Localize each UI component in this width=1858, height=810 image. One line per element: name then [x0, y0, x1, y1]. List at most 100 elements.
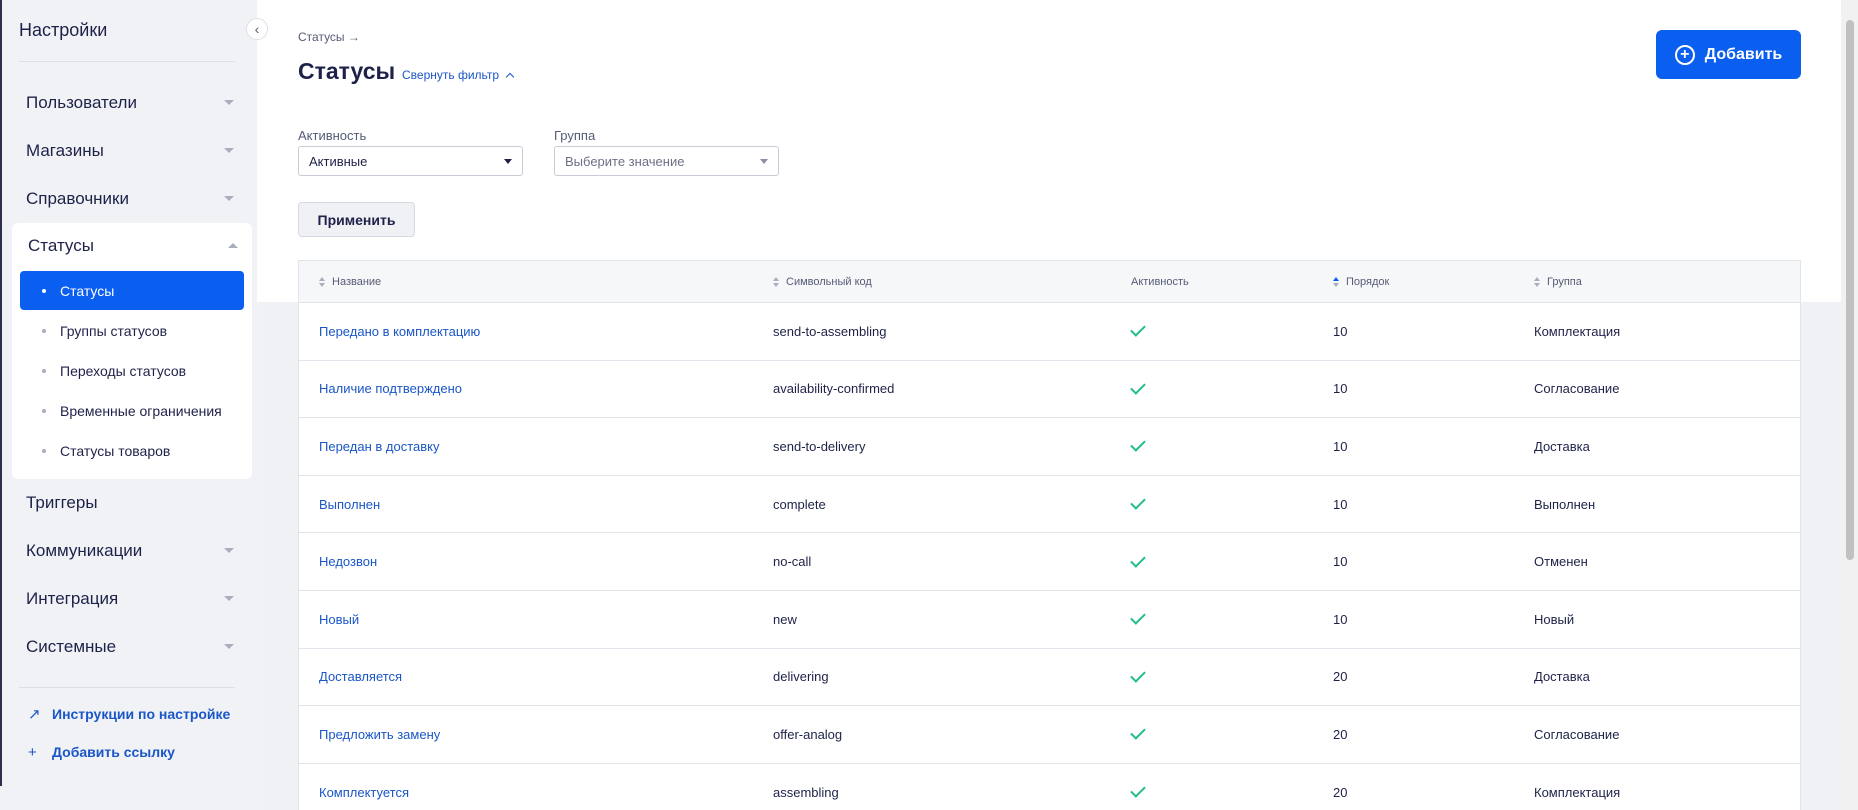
sidebar-subitem-status-transitions[interactable]: Переходы статусов: [20, 351, 244, 390]
column-header-activity: Активность: [1131, 261, 1189, 303]
dropdown-arrow-icon: [504, 159, 512, 164]
activity-filter-label: Активность: [298, 128, 367, 143]
group-filter-select[interactable]: Выберите значение: [554, 146, 779, 176]
column-label: Порядок: [1346, 276, 1390, 288]
sidebar-item-references[interactable]: Справочники: [26, 184, 238, 214]
table-row: Комплектуется assembling 20 Комплектация: [299, 763, 1800, 810]
column-header-code[interactable]: Символьный код: [773, 261, 872, 303]
sidebar-item-label: Магазины: [26, 141, 104, 160]
check-icon: [1130, 667, 1146, 683]
check-icon: [1130, 782, 1146, 798]
status-name-link[interactable]: Передан в доставку: [319, 418, 439, 475]
chevron-left-icon: ‹: [254, 21, 260, 37]
status-code: delivering: [773, 669, 829, 685]
sidebar-subitem-time-limits[interactable]: Временные ограничения: [20, 391, 244, 430]
activity-filter-value: Активные: [309, 153, 368, 169]
column-label: Название: [332, 276, 382, 288]
sidebar-subitem-label: Статусы: [60, 282, 115, 299]
status-order: 10: [1333, 438, 1348, 454]
activity-cell: [1130, 418, 1146, 475]
status-group: Согласование: [1534, 726, 1620, 742]
sidebar-item-integration[interactable]: Интеграция: [26, 584, 238, 614]
status-code: offer-analog: [773, 726, 843, 742]
chevron-down-icon: [224, 148, 234, 153]
add-button[interactable]: + Добавить: [1656, 30, 1801, 79]
sidebar-item-system[interactable]: Системные: [26, 632, 238, 662]
link-label: Инструкции по настройке: [52, 706, 231, 722]
bullet-icon: [42, 329, 46, 333]
chevron-up-icon: [228, 243, 238, 248]
sort-icon: [773, 277, 781, 287]
activity-cell: [1130, 476, 1146, 533]
column-header-group[interactable]: Группа: [1534, 261, 1582, 303]
sidebar-item-users[interactable]: Пользователи: [26, 88, 238, 118]
sidebar-item-label: Триггеры: [26, 493, 98, 512]
add-link-button[interactable]: + Добавить ссылку: [28, 741, 175, 763]
dropdown-arrow-icon: [760, 159, 768, 164]
status-name-link[interactable]: Доставляется: [319, 649, 402, 706]
status-order: 20: [1333, 726, 1348, 742]
check-icon: [1130, 321, 1146, 338]
sidebar-item-triggers[interactable]: Триггеры: [26, 488, 238, 518]
sidebar-item-label: Интеграция: [26, 589, 119, 608]
column-header-name[interactable]: Название: [319, 261, 381, 303]
status-group: Новый: [1534, 611, 1575, 627]
status-order: 20: [1333, 784, 1348, 800]
column-header-order[interactable]: Порядок: [1333, 261, 1389, 303]
sidebar-title: Настройки: [19, 20, 108, 40]
status-name-link[interactable]: Выполнен: [319, 476, 380, 533]
column-label: Символьный код: [786, 276, 872, 288]
status-name-link[interactable]: Недозвон: [319, 533, 377, 590]
status-group: Отменен: [1534, 554, 1588, 570]
sidebar-item-communications[interactable]: Коммуникации: [26, 536, 238, 566]
chevron-down-icon: [224, 100, 234, 105]
arrow-up-right-icon: ↗: [28, 706, 41, 723]
column-label: Активность: [1131, 276, 1189, 288]
status-name-link[interactable]: Передано в комплектацию: [319, 303, 480, 360]
activity-cell: [1130, 764, 1146, 810]
status-group: Комплектация: [1534, 784, 1621, 800]
collapse-filter-label: Свернуть фильтр: [402, 68, 500, 82]
chevron-up-icon: [505, 72, 515, 82]
status-name-link[interactable]: Комплектуется: [319, 764, 409, 810]
sidebar-group-statuses: Статусы Статусы Группы статусов Переходы…: [12, 223, 252, 479]
status-order: 10: [1333, 554, 1348, 570]
sidebar-item-label: Пользователи: [26, 93, 137, 112]
sidebar-subitem-label: Статусы товаров: [60, 442, 171, 459]
sidebar-item-statuses[interactable]: Статусы: [28, 231, 242, 261]
activity-cell: [1130, 591, 1146, 648]
activity-filter-select[interactable]: Активные: [298, 146, 523, 176]
setup-instructions-link[interactable]: ↗ Инструкции по настройке: [28, 703, 230, 725]
sidebar-divider: [19, 687, 235, 688]
status-code: assembling: [773, 784, 839, 800]
sidebar-item-stores[interactable]: Магазины: [26, 136, 238, 166]
status-group: Доставка: [1534, 438, 1590, 454]
column-label: Группа: [1547, 276, 1582, 288]
status-name-link[interactable]: Предложить замену: [319, 706, 440, 763]
chevron-down-icon: [224, 596, 234, 601]
status-group: Выполнен: [1534, 496, 1596, 512]
status-name-link[interactable]: Наличие подтверждено: [319, 361, 462, 418]
check-icon: [1130, 379, 1146, 395]
sidebar-subitem-status-groups[interactable]: Группы статусов: [20, 311, 244, 350]
collapse-sidebar-button[interactable]: ‹: [246, 18, 268, 40]
statuses-table: Название Символьный код Активность Поряд…: [298, 260, 1801, 810]
activity-cell: [1130, 533, 1146, 590]
apply-filter-button[interactable]: Применить: [298, 202, 415, 237]
breadcrumb[interactable]: Статусы →: [298, 30, 360, 44]
collapse-filter-toggle[interactable]: Свернуть фильтр: [402, 68, 515, 82]
check-icon: [1130, 551, 1146, 568]
status-code: no-call: [773, 554, 812, 570]
sort-icon: [319, 277, 327, 287]
scrollbar-thumb[interactable]: [1846, 20, 1854, 560]
sidebar-subitem-product-statuses[interactable]: Статусы товаров: [20, 431, 244, 470]
page-scrollbar[interactable]: [1841, 0, 1858, 810]
sidebar-subitem-statuses[interactable]: Статусы: [20, 271, 244, 310]
status-name-link[interactable]: Новый: [319, 591, 359, 648]
sort-icon: [1534, 277, 1542, 287]
table-row: Предложить замену offer-analog 20 Согласова…: [299, 706, 1800, 764]
bullet-icon: [42, 449, 46, 453]
sidebar-divider: [19, 61, 235, 62]
check-icon: [1130, 609, 1146, 626]
table-body: Передано в комплектацию send-to-assemblin…: [299, 303, 1800, 810]
